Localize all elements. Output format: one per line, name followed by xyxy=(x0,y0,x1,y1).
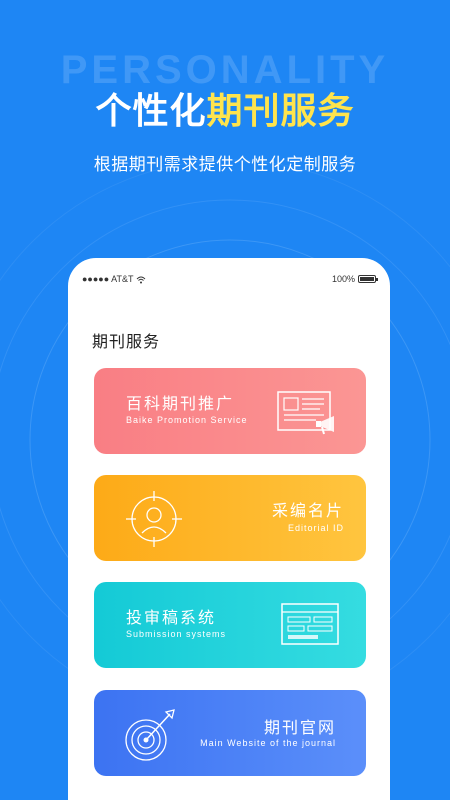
newspaper-megaphone-icon xyxy=(277,391,334,435)
card-submission-systems[interactable]: 投审稿系统 Submission systems xyxy=(94,582,366,668)
headline-white: 个性化 xyxy=(95,91,207,132)
target-arrow-icon xyxy=(125,709,175,761)
card-journal-website[interactable]: 期刊官网 Main Website of the journal xyxy=(94,690,366,776)
carrier-label: ●●●●● AT&T xyxy=(82,274,146,284)
carrier-text: ●●●●● AT&T xyxy=(82,274,134,284)
card-subtitle: Baike Promotion Service xyxy=(126,415,248,425)
section-title: 期刊服务 xyxy=(92,332,161,351)
card-subtitle: Editorial ID xyxy=(287,523,344,533)
person-target-icon xyxy=(126,491,182,547)
hero-headline: 个性化期刊服务 xyxy=(0,82,450,134)
battery-status: 100% xyxy=(331,274,378,284)
card-subtitle: Main Website of the journal xyxy=(200,738,336,748)
card-title: 期刊官网 xyxy=(263,718,336,737)
card-subtitle: Submission systems xyxy=(126,629,227,639)
battery-label: 100% xyxy=(331,274,355,284)
form-document-icon xyxy=(281,603,339,645)
card-baike-promotion[interactable]: 百科期刊推广 Baike Promotion Service xyxy=(94,368,366,454)
headline-highlight: 期刊服务 xyxy=(206,91,355,132)
wifi-icon xyxy=(136,274,146,284)
status-bar: ●●●●● AT&T 100% xyxy=(82,272,378,288)
battery-icon xyxy=(358,275,378,283)
card-title: 投审稿系统 xyxy=(126,608,217,627)
hero-subline: 根据期刊需求提供个性化定制服务 xyxy=(93,155,357,175)
card-title: 百科期刊推广 xyxy=(126,394,235,413)
phone-mockup: ●●●●● AT&T 100% 期刊服务 百科期刊推广 Baike Promot… xyxy=(68,258,390,800)
card-editorial-id[interactable]: 采编名片 Editorial ID xyxy=(94,475,366,561)
card-title: 采编名片 xyxy=(271,501,344,520)
